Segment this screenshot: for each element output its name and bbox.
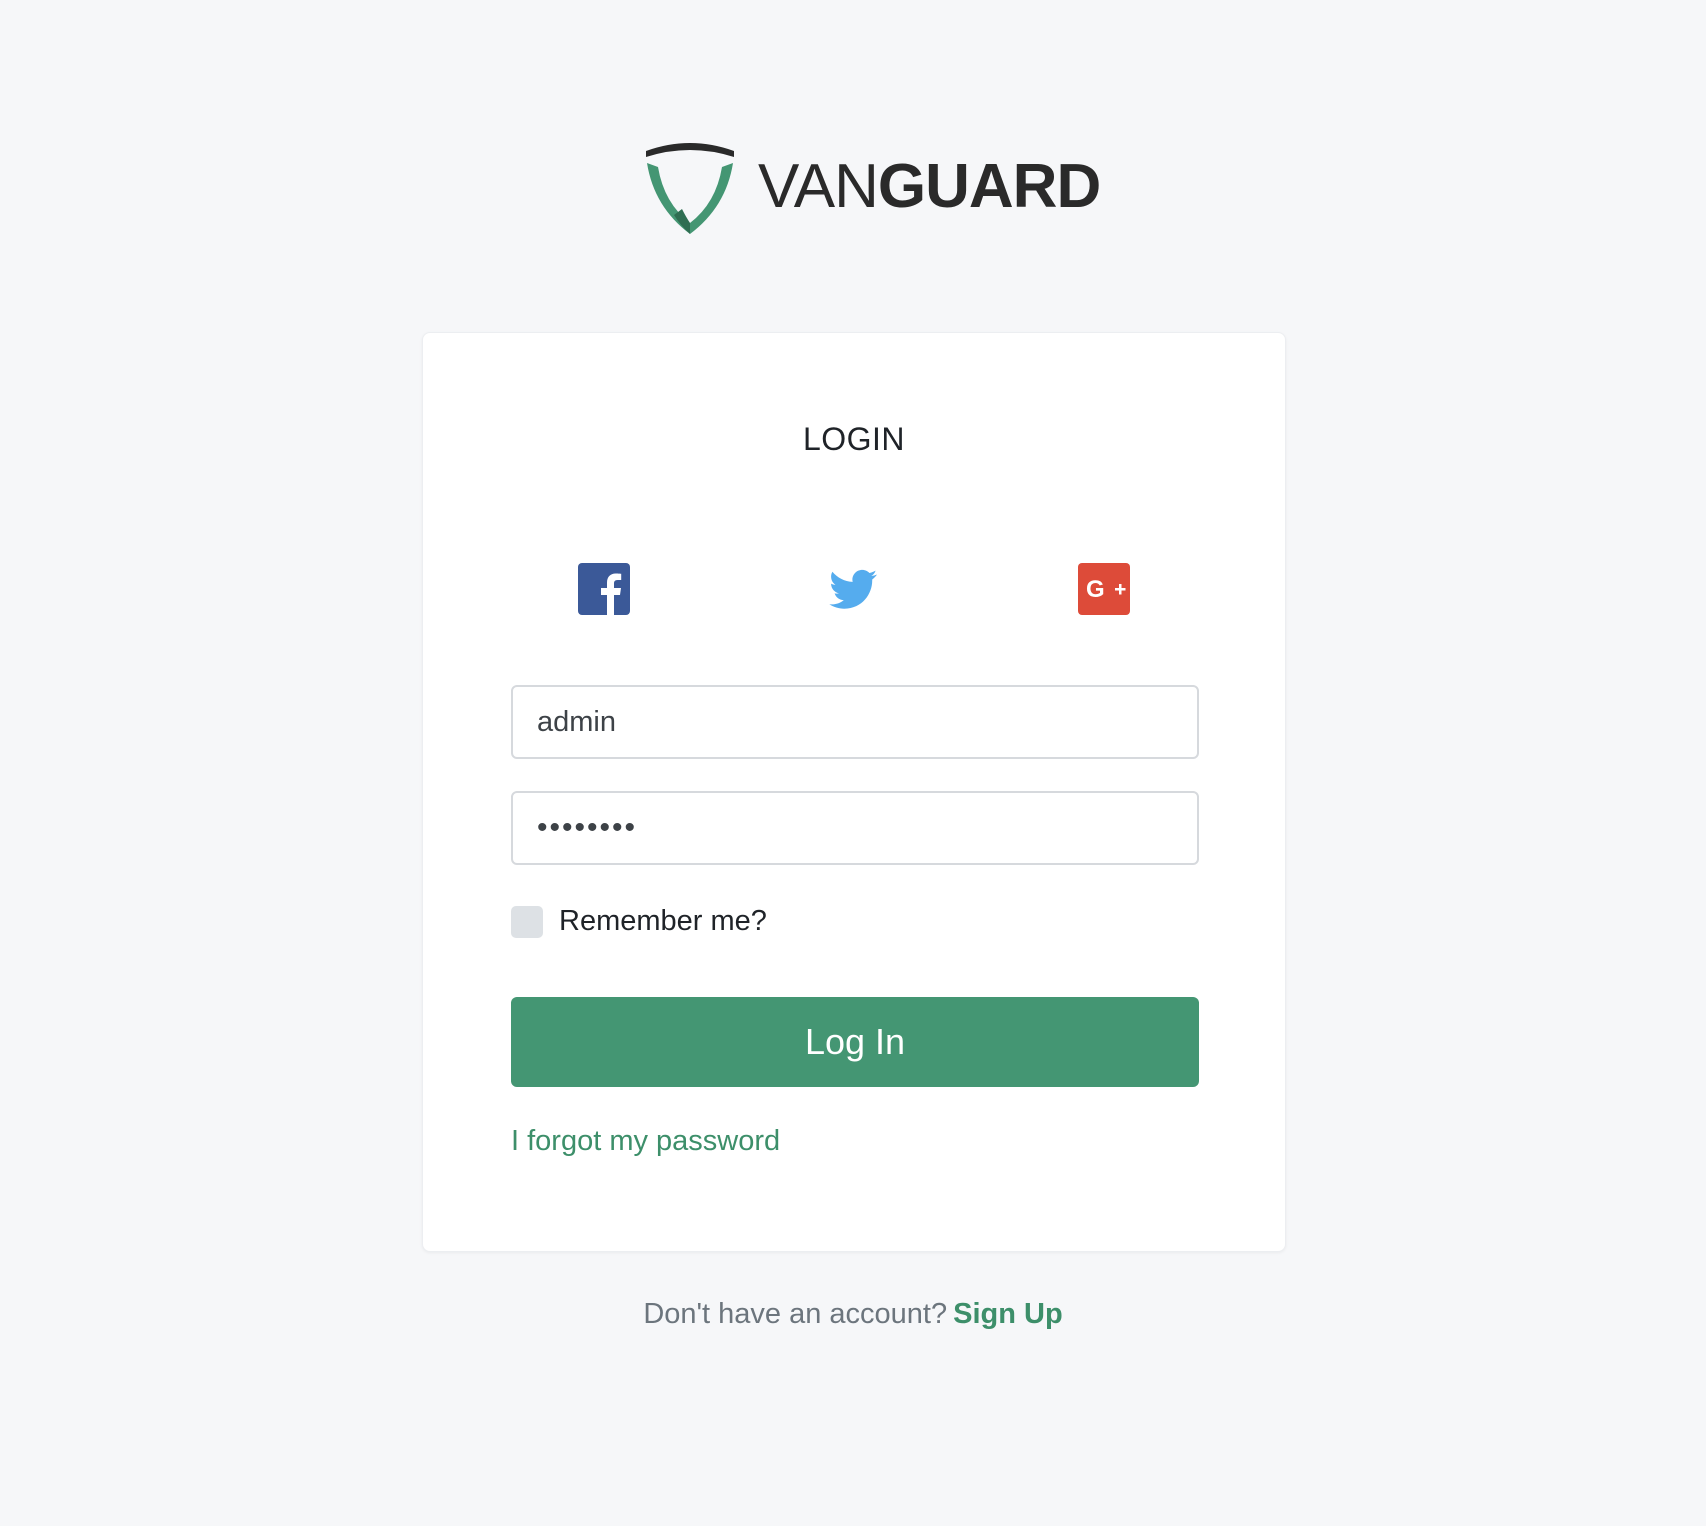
- svg-text:G: G: [1086, 576, 1105, 603]
- brand-logo: VANGUARD: [644, 137, 1101, 237]
- facebook-login-button[interactable]: [578, 563, 630, 615]
- twitter-icon: [829, 569, 877, 609]
- remember-me-checkbox[interactable]: [511, 905, 543, 938]
- shield-logo-icon: [646, 143, 734, 234]
- brand-name: VANGUARD: [758, 156, 1101, 218]
- twitter-login-button[interactable]: [827, 563, 879, 615]
- remember-me-label: Remember me?: [559, 905, 767, 937]
- login-card: LOGIN G Remember me? Log In I forgot my …: [422, 332, 1286, 1252]
- username-input[interactable]: [511, 685, 1199, 759]
- google-plus-login-button[interactable]: G: [1078, 563, 1130, 615]
- login-title: LOGIN: [802, 421, 906, 457]
- remember-me-toggle[interactable]: Remember me?: [511, 905, 767, 938]
- log-in-button[interactable]: Log In: [511, 997, 1199, 1087]
- google-plus-icon: G: [1078, 563, 1130, 615]
- signup-prompt-text: Don't have an account?: [643, 1298, 948, 1330]
- brand-name-light: VAN: [758, 152, 879, 221]
- brand-name-bold: GUARD: [877, 152, 1101, 221]
- signup-prompt: Don't have an account? Sign Up: [0, 1298, 1706, 1331]
- forgot-password-link[interactable]: I forgot my password: [511, 1125, 780, 1158]
- facebook-icon: [578, 563, 630, 615]
- sign-up-link[interactable]: Sign Up: [953, 1298, 1063, 1330]
- password-input[interactable]: [511, 791, 1199, 865]
